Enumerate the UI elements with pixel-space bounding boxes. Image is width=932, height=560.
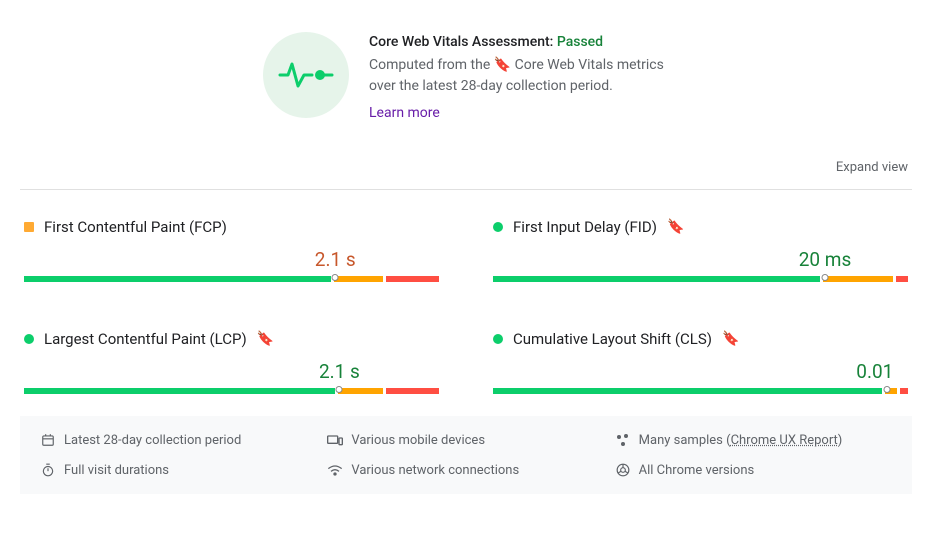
metric-value: 20 ms — [799, 248, 852, 271]
rating-square-icon — [24, 222, 34, 232]
expand-view-button[interactable]: Expand view — [836, 160, 908, 175]
distribution-bar — [24, 388, 439, 394]
metric-value: 2.1 s — [315, 248, 356, 271]
devices-icon — [327, 432, 343, 448]
metric-value: 0.01 — [856, 360, 893, 383]
chrome-ux-report-link[interactable]: Chrome UX Report — [731, 433, 838, 448]
rating-circle-icon — [493, 222, 503, 232]
metric-cls: Cumulative Layout Shift (CLS) 🔖 0.01 — [493, 330, 908, 394]
chrome-icon — [615, 462, 631, 478]
learn-more-link[interactable]: Learn more — [369, 103, 440, 124]
desc-prefix: Computed from the — [369, 57, 494, 73]
footer-label: ) — [838, 433, 843, 448]
metric-label: First Contentful Paint (FCP) — [44, 218, 227, 236]
rating-circle-icon — [24, 334, 34, 344]
assessment-text: Core Web Vitals Assessment: Passed Compu… — [369, 32, 669, 124]
metric-label: First Input Delay (FID) — [513, 218, 657, 236]
assessment-status: Passed — [557, 34, 603, 50]
bookmark-icon: 🔖 — [722, 331, 739, 347]
metric-label: Cumulative Layout Shift (CLS) — [513, 330, 712, 348]
footer-label: Various mobile devices — [351, 433, 485, 448]
footer-label: Full visit durations — [64, 463, 169, 478]
metric-value: 2.1 s — [319, 360, 360, 383]
scatter-icon — [615, 432, 631, 448]
footer-label: Latest 28-day collection period — [64, 433, 241, 448]
metric-fcp: First Contentful Paint (FCP) 2.1 s — [24, 218, 439, 282]
vitals-pulse-icon — [263, 32, 349, 118]
bar-marker-icon — [332, 274, 339, 281]
bookmark-icon: 🔖 — [667, 219, 684, 235]
bookmark-icon: 🔖 — [494, 55, 511, 76]
calendar-icon — [40, 432, 56, 448]
bar-marker-icon — [336, 386, 343, 393]
bookmark-icon: 🔖 — [257, 331, 274, 347]
distribution-bar — [493, 388, 908, 394]
metric-label: Largest Contentful Paint (LCP) — [44, 330, 247, 348]
assessment-title: Core Web Vitals Assessment: — [369, 34, 557, 50]
metric-fid: First Input Delay (FID) 🔖 20 ms — [493, 218, 908, 282]
bar-marker-icon — [822, 274, 829, 281]
assessment-header: Core Web Vitals Assessment: Passed Compu… — [20, 32, 912, 124]
rating-circle-icon — [493, 334, 503, 344]
metrics-grid: First Contentful Paint (FCP) 2.1 s First… — [20, 190, 912, 416]
bar-marker-icon — [884, 386, 891, 393]
stopwatch-icon — [40, 462, 56, 478]
footer-label: Many samples ( — [639, 433, 731, 448]
distribution-bar — [493, 276, 908, 282]
network-icon — [327, 462, 343, 478]
footer-label: All Chrome versions — [639, 463, 755, 478]
footer-info: Latest 28-day collection period Various … — [20, 416, 912, 494]
footer-label: Various network connections — [351, 463, 519, 478]
distribution-bar — [24, 276, 439, 282]
metric-lcp: Largest Contentful Paint (LCP) 🔖 2.1 s — [24, 330, 439, 394]
